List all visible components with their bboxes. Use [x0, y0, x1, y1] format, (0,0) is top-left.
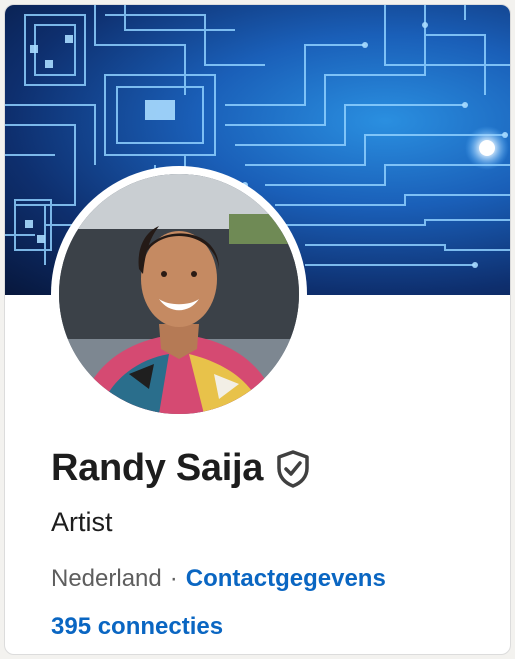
avatar[interactable]	[59, 174, 299, 414]
name-row: Randy Saija	[51, 447, 311, 490]
shield-check-icon[interactable]	[275, 449, 311, 489]
profile-name: Randy Saija	[51, 447, 264, 489]
connections-link[interactable]: 395 connecties	[51, 613, 223, 641]
profile-location: Nederland	[51, 565, 162, 592]
location-row: Nederland · Contactgegevens	[51, 565, 386, 593]
separator-dot: ·	[169, 565, 178, 592]
profile-card: Randy Saija Artist Nederland · Contactgege…	[4, 4, 511, 655]
contact-info-link[interactable]: Contactgegevens	[186, 565, 386, 592]
profile-headline: Artist	[51, 507, 113, 537]
profile-photo	[59, 174, 299, 414]
